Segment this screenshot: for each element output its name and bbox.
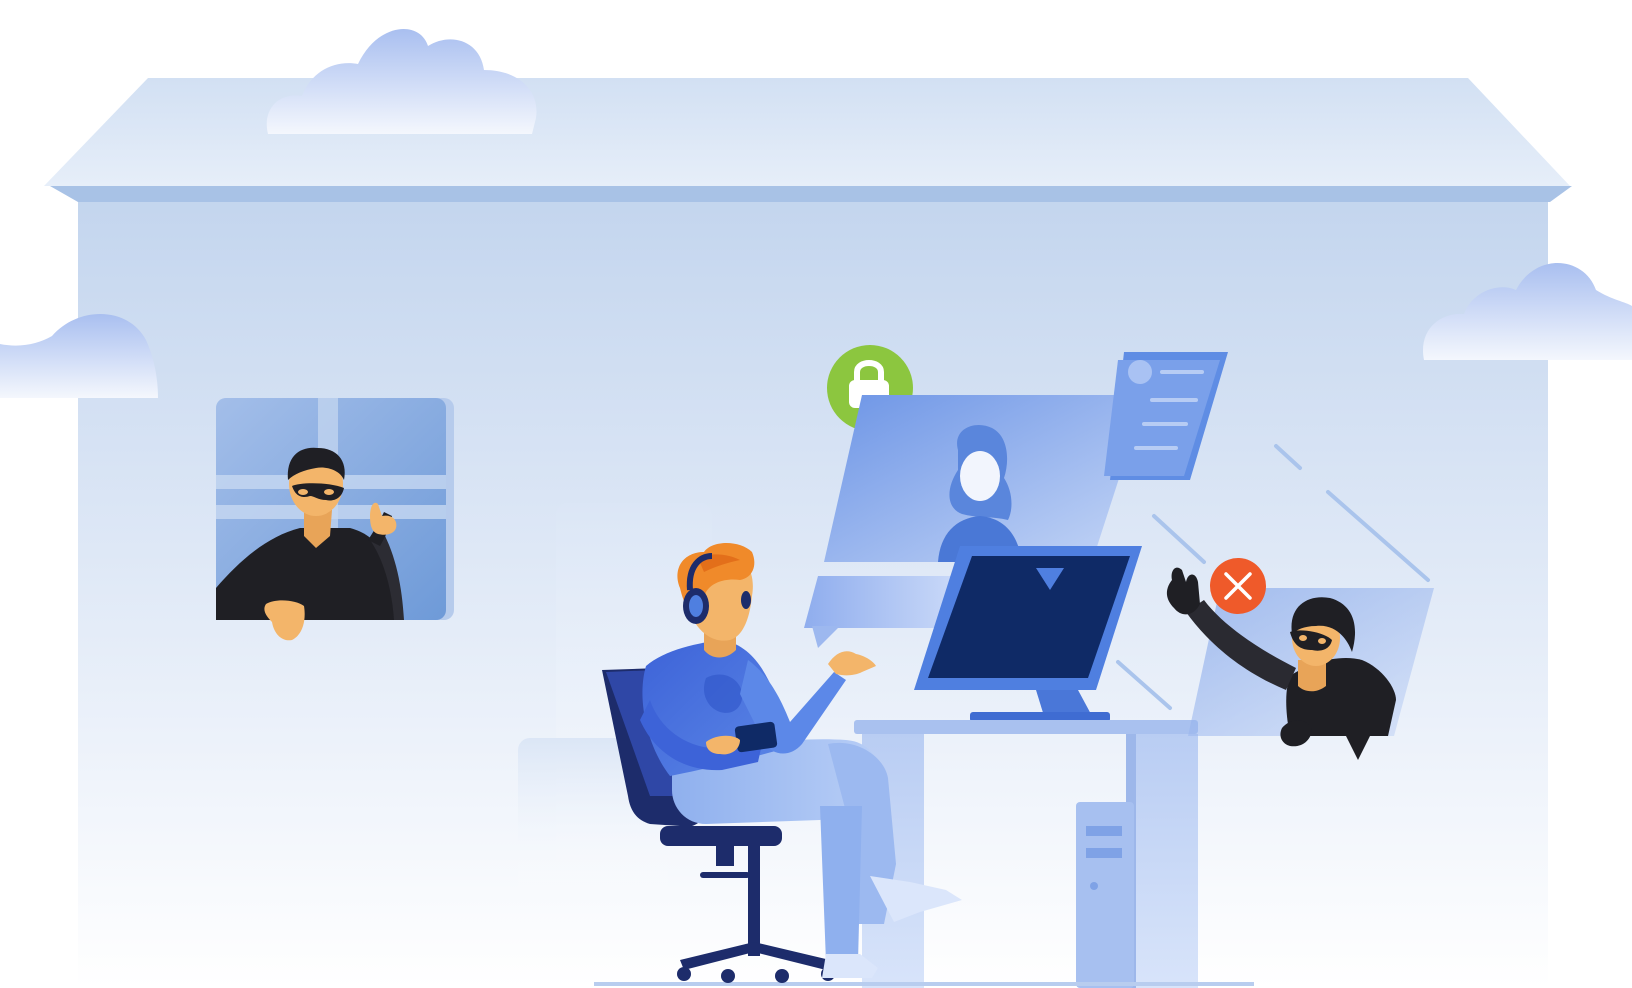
scene-svg	[0, 28, 1632, 988]
pc-tower	[1076, 802, 1134, 988]
cloud-left	[0, 313, 158, 398]
hacker-window-left	[216, 398, 454, 641]
desk-right-leg	[1126, 734, 1198, 988]
roof-edge	[50, 186, 1572, 202]
desk-top	[854, 720, 1198, 734]
floor-line	[594, 982, 1254, 986]
video-call-panel	[824, 395, 1146, 562]
